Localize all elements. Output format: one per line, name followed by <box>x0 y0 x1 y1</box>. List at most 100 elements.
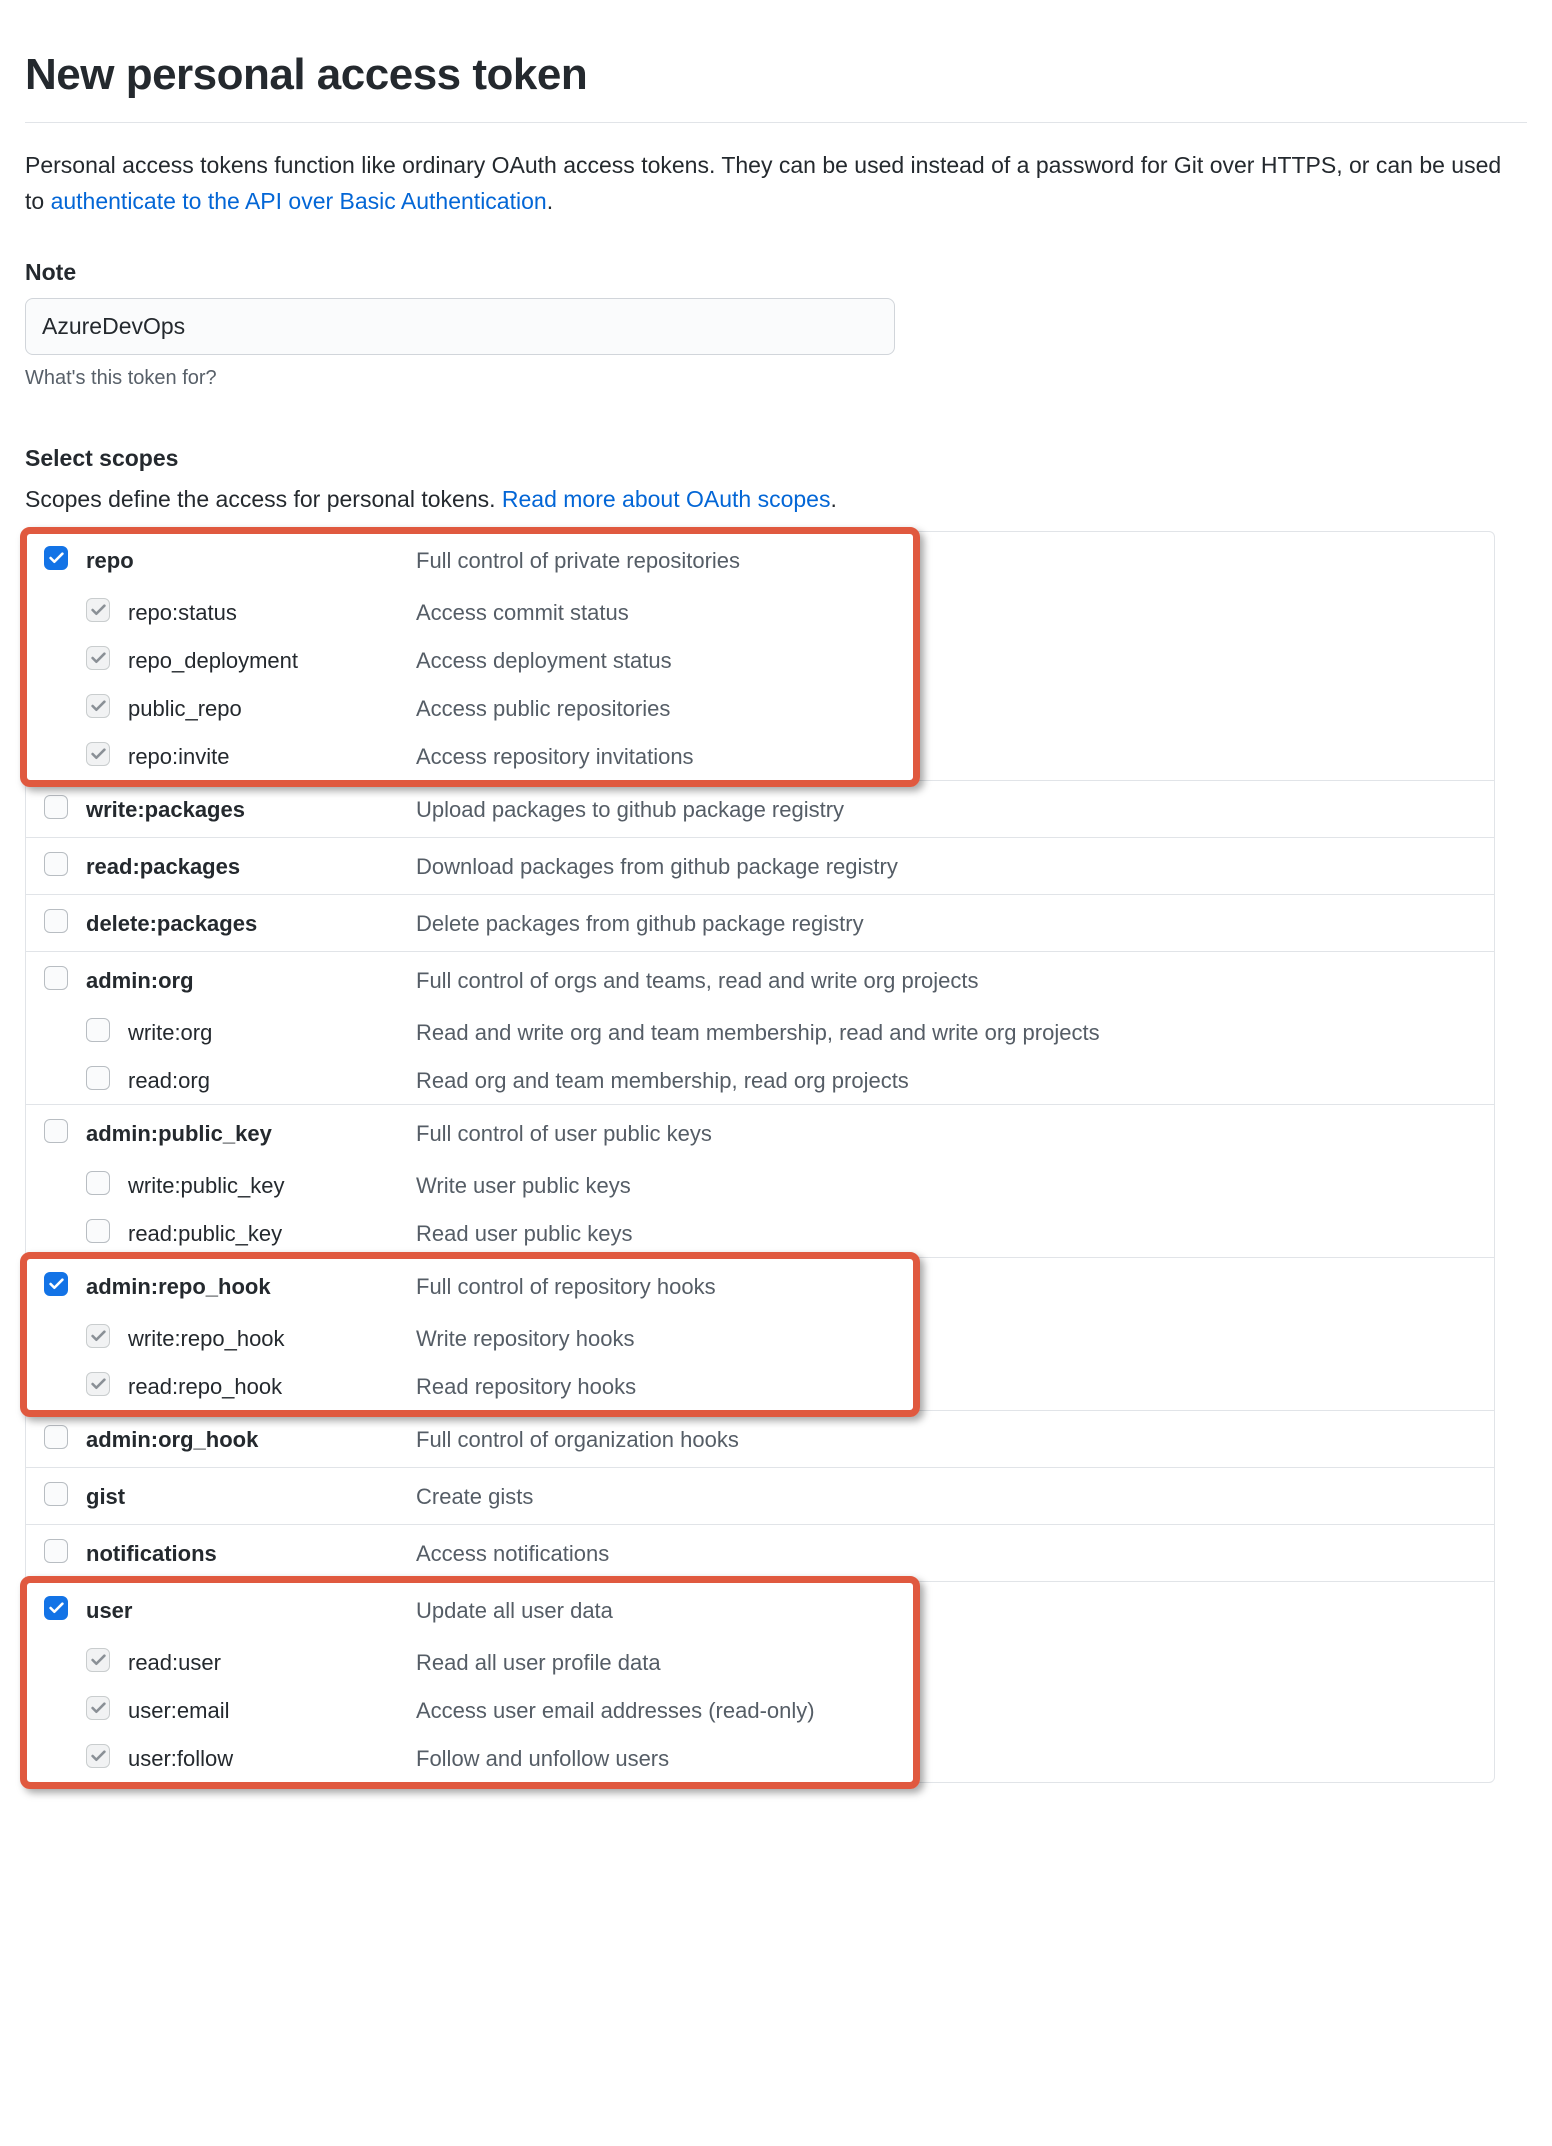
scope-checkbox[interactable] <box>44 1482 68 1506</box>
scope-group: delete:packagesDelete packages from gith… <box>26 894 1494 951</box>
scope-name[interactable]: write:org <box>128 1018 416 1046</box>
page-title: New personal access token <box>25 50 1527 123</box>
scope-row: notificationsAccess notifications <box>26 1525 1494 1581</box>
scope-name[interactable]: read:user <box>128 1648 416 1676</box>
scope-description: Access public repositories <box>416 694 1494 722</box>
scope-name[interactable]: admin:org <box>86 966 416 994</box>
scope-description: Full control of organization hooks <box>416 1425 1494 1453</box>
scope-checkbox[interactable] <box>44 909 68 933</box>
scope-row: userUpdate all user data <box>26 1582 1494 1638</box>
scope-group: userUpdate all user dataread:userRead al… <box>26 1581 1494 1782</box>
scope-row: user:followFollow and unfollow users <box>26 1734 1494 1782</box>
scope-row: write:repo_hookWrite repository hooks <box>26 1314 1494 1362</box>
scope-name[interactable]: notifications <box>86 1539 416 1567</box>
scope-group: admin:public_keyFull control of user pub… <box>26 1104 1494 1257</box>
oauth-scopes-link[interactable]: Read more about OAuth scopes <box>502 486 831 512</box>
scope-checkbox[interactable] <box>44 795 68 819</box>
scope-row: gistCreate gists <box>26 1468 1494 1524</box>
scope-row: read:userRead all user profile data <box>26 1638 1494 1686</box>
scope-name[interactable]: repo:status <box>128 598 416 626</box>
scope-checkbox[interactable] <box>86 1066 110 1090</box>
scope-description: Access commit status <box>416 598 1494 626</box>
scope-checkbox[interactable] <box>86 1696 110 1720</box>
scope-group: admin:repo_hookFull control of repositor… <box>26 1257 1494 1410</box>
scope-name[interactable]: read:public_key <box>128 1219 416 1247</box>
note-input[interactable] <box>25 298 895 355</box>
scope-checkbox[interactable] <box>44 1539 68 1563</box>
scope-name[interactable]: user:email <box>128 1696 416 1724</box>
scope-group: notificationsAccess notifications <box>26 1524 1494 1581</box>
scope-description: Read org and team membership, read org p… <box>416 1066 1494 1094</box>
scope-name[interactable]: repo <box>86 546 416 574</box>
scope-description: Update all user data <box>416 1596 1494 1624</box>
scope-checkbox[interactable] <box>86 598 110 622</box>
scope-name[interactable]: write:public_key <box>128 1171 416 1199</box>
scope-name[interactable]: admin:repo_hook <box>86 1272 416 1300</box>
scope-row: read:repo_hookRead repository hooks <box>26 1362 1494 1410</box>
scope-name[interactable]: read:repo_hook <box>128 1372 416 1400</box>
scope-checkbox[interactable] <box>86 1171 110 1195</box>
scope-checkbox[interactable] <box>86 1372 110 1396</box>
scope-row: repo_deploymentAccess deployment status <box>26 636 1494 684</box>
scope-row: user:emailAccess user email addresses (r… <box>26 1686 1494 1734</box>
scope-name[interactable]: read:packages <box>86 852 416 880</box>
scope-row: admin:org_hookFull control of organizati… <box>26 1411 1494 1467</box>
scope-description: Full control of private repositories <box>416 546 1494 574</box>
scope-description: Read and write org and team membership, … <box>416 1018 1494 1046</box>
scope-name[interactable]: admin:public_key <box>86 1119 416 1147</box>
scope-group: admin:orgFull control of orgs and teams,… <box>26 951 1494 1104</box>
scope-checkbox[interactable] <box>86 1219 110 1243</box>
scope-row: admin:orgFull control of orgs and teams,… <box>26 952 1494 1008</box>
scope-name[interactable]: repo_deployment <box>128 646 416 674</box>
scope-name[interactable]: user:follow <box>128 1744 416 1772</box>
scope-description: Full control of orgs and teams, read and… <box>416 966 1494 994</box>
scope-description: Access deployment status <box>416 646 1494 674</box>
scope-checkbox[interactable] <box>86 1018 110 1042</box>
scope-checkbox[interactable] <box>44 1272 68 1296</box>
intro-text-after: . <box>547 188 553 214</box>
scope-row: read:orgRead org and team membership, re… <box>26 1056 1494 1104</box>
scope-row: repo:statusAccess commit status <box>26 588 1494 636</box>
scope-description: Full control of user public keys <box>416 1119 1494 1147</box>
scope-description: Access user email addresses (read-only) <box>416 1696 1494 1724</box>
note-hint: What's this token for? <box>25 367 1527 390</box>
scope-description: Full control of repository hooks <box>416 1272 1494 1300</box>
scope-checkbox[interactable] <box>86 1324 110 1348</box>
scope-checkbox[interactable] <box>44 852 68 876</box>
scope-name[interactable]: delete:packages <box>86 909 416 937</box>
scope-name[interactable]: public_repo <box>128 694 416 722</box>
scope-checkbox[interactable] <box>86 646 110 670</box>
scope-group: read:packagesDownload packages from gith… <box>26 837 1494 894</box>
scope-row: write:public_keyWrite user public keys <box>26 1161 1494 1209</box>
scope-description: Access notifications <box>416 1539 1494 1567</box>
scopes-heading: Select scopes <box>25 445 1527 472</box>
scope-description: Write user public keys <box>416 1171 1494 1199</box>
scope-name[interactable]: admin:org_hook <box>86 1425 416 1453</box>
scope-checkbox[interactable] <box>86 742 110 766</box>
scopes-subheading: Scopes define the access for personal to… <box>25 486 1527 513</box>
scope-checkbox[interactable] <box>86 1744 110 1768</box>
scope-name[interactable]: repo:invite <box>128 742 416 770</box>
scope-name[interactable]: write:packages <box>86 795 416 823</box>
scope-description: Read repository hooks <box>416 1372 1494 1400</box>
scope-name[interactable]: gist <box>86 1482 416 1510</box>
scope-description: Read all user profile data <box>416 1648 1494 1676</box>
scope-group: repoFull control of private repositories… <box>26 532 1494 780</box>
scope-name[interactable]: user <box>86 1596 416 1624</box>
scope-checkbox[interactable] <box>44 546 68 570</box>
scope-checkbox[interactable] <box>44 1425 68 1449</box>
scopes-sub-text: Scopes define the access for personal to… <box>25 486 502 512</box>
scope-checkbox[interactable] <box>44 966 68 990</box>
scope-checkbox[interactable] <box>44 1119 68 1143</box>
scope-description: Delete packages from github package regi… <box>416 909 1494 937</box>
auth-api-link[interactable]: authenticate to the API over Basic Authe… <box>51 188 547 214</box>
scope-checkbox[interactable] <box>86 1648 110 1672</box>
scope-row: repoFull control of private repositories <box>26 532 1494 588</box>
scope-name[interactable]: write:repo_hook <box>128 1324 416 1352</box>
scope-description: Upload packages to github package regist… <box>416 795 1494 823</box>
scope-checkbox[interactable] <box>44 1596 68 1620</box>
scope-name[interactable]: read:org <box>128 1066 416 1094</box>
scope-group: write:packagesUpload packages to github … <box>26 780 1494 837</box>
scope-checkbox[interactable] <box>86 694 110 718</box>
scope-row: admin:public_keyFull control of user pub… <box>26 1105 1494 1161</box>
